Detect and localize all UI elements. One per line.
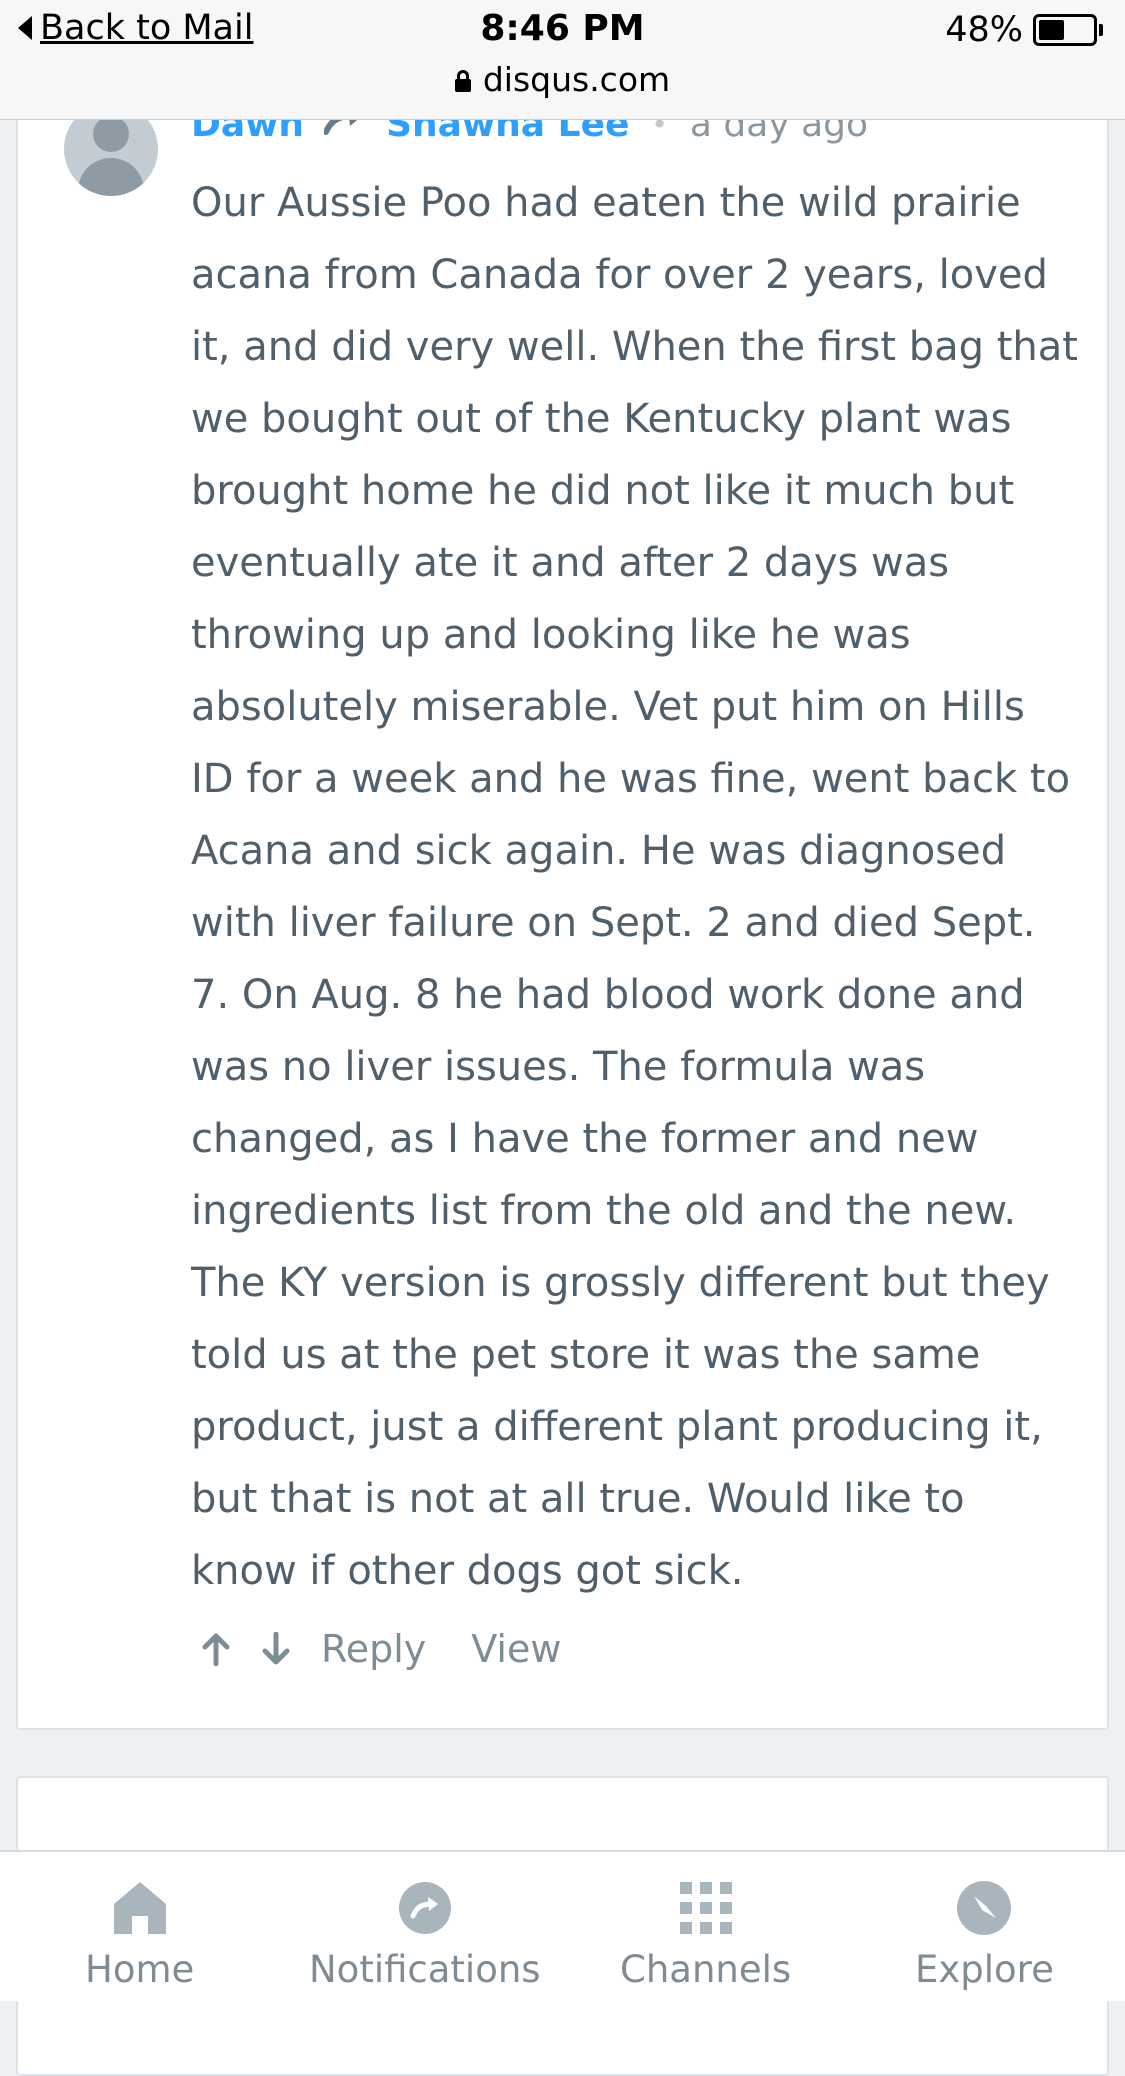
battery-fill	[1039, 20, 1064, 40]
battery-icon	[1033, 14, 1097, 46]
comment-line: changed, as I have the former and new	[191, 1116, 979, 1162]
avatar-shoulders-shape	[78, 158, 144, 196]
comment-card: Dawn Shawna Lee • a day ago Our Aussie P…	[16, 80, 1109, 1730]
tab-channels[interactable]: Channels	[620, 1876, 791, 1991]
url-bar[interactable]: disqus.com	[0, 60, 1125, 99]
comment-line: eventually ate it and after 2 days was	[191, 540, 950, 586]
comment-line: was no liver issues. The formula was	[191, 1044, 926, 1090]
comment-line: The KY version is grossly different but …	[191, 1260, 1050, 1306]
comment-line: brought home he did not like it much but	[191, 468, 1015, 514]
upvote-button[interactable]	[201, 1632, 231, 1666]
comment-line: throwing up and looking like he was	[191, 612, 911, 658]
tab-explore[interactable]: Explore	[915, 1876, 1054, 1991]
comment-line: it, and did very well. When the first ba…	[191, 324, 1078, 370]
comment-line: Acana and sick again. He was diagnosed	[191, 828, 1007, 874]
bottom-tab-bar: Home Notifications Channels Explore	[0, 1850, 1125, 2001]
comment-line: we bought out of the Kentucky plant was	[191, 396, 1012, 442]
comment-line: but that is not at all true. Would like …	[191, 1476, 965, 1522]
arrow-down-icon	[262, 1632, 290, 1665]
comment-line: told us at the pet store it was the same	[191, 1332, 981, 1378]
tab-channels-label: Channels	[620, 1948, 792, 1991]
view-button[interactable]: View	[471, 1627, 561, 1671]
comment-line: ID for a week and he was fine, went back…	[191, 756, 1071, 802]
comment-line: with liver failure on Sept. 2 and died S…	[191, 900, 1036, 946]
reply-button[interactable]: Reply	[321, 1627, 426, 1671]
downvote-button[interactable]	[261, 1632, 291, 1666]
battery-nub	[1099, 24, 1103, 36]
battery-percent: 48%	[945, 10, 1023, 50]
tab-notifications-label: Notifications	[309, 1948, 541, 1991]
comment-line: Our Aussie Poo had eaten the wild prairi…	[191, 180, 1021, 226]
channels-grid-icon	[674, 1876, 738, 1940]
lock-icon	[454, 69, 471, 92]
comment-line: acana from Canada for over 2 years, love…	[191, 252, 1048, 298]
arrow-up-icon	[202, 1633, 230, 1666]
notification-icon	[393, 1876, 457, 1940]
tab-explore-label: Explore	[915, 1948, 1054, 1991]
status-bar: Back to Mail 8:46 PM 48% disqus.com	[0, 0, 1125, 120]
tab-home-label: Home	[85, 1948, 195, 1991]
comment-line: product, just a different plant producin…	[191, 1404, 1043, 1450]
comment-line: ingredients list from the old and the ne…	[191, 1188, 1017, 1234]
comment-body: Our Aussie Poo had eaten the wild prairi…	[191, 167, 1091, 1607]
comment-actions: Reply View	[201, 1627, 606, 1671]
url-text: disqus.com	[482, 60, 671, 99]
tab-notifications[interactable]: Notifications	[309, 1876, 541, 1991]
tab-home[interactable]: Home	[85, 1876, 194, 1991]
comment-line: absolutely miserable. Vet put him on Hil…	[191, 684, 1025, 730]
battery-indicator: 48%	[945, 10, 1103, 50]
compass-icon	[952, 1876, 1016, 1940]
avatar-head-shape	[93, 116, 129, 152]
comment-line: know if other dogs got sick.	[191, 1548, 744, 1594]
comment-line: 7. On Aug. 8 he had blood work done and	[191, 972, 1025, 1018]
home-icon	[108, 1876, 172, 1940]
